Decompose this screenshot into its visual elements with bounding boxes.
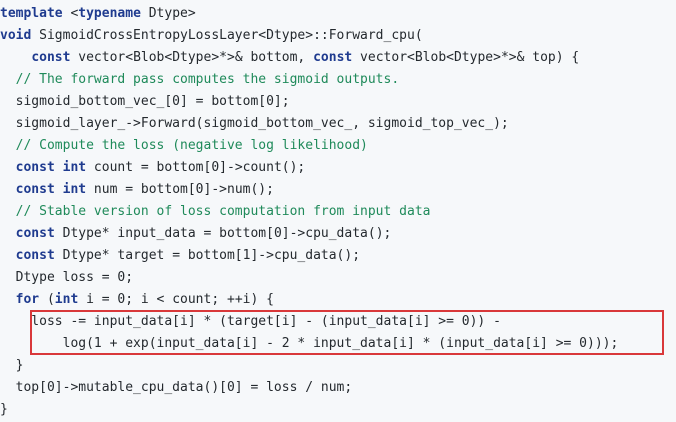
code-keyword: void: [0, 28, 32, 43]
code-line: sigmoid_bottom_vec_[0] = bottom[0];: [0, 91, 676, 113]
code-text: vector<Blob<Dtype>*>& bottom,: [70, 50, 314, 65]
code-text: loss -= input_data[i] * (target[i] - (in…: [0, 314, 501, 329]
code-keyword: typename: [78, 6, 141, 21]
code-keyword: template: [0, 6, 63, 21]
code-line: // The forward pass computes the sigmoid…: [0, 69, 676, 91]
code-line: // Stable version of loss computation fr…: [0, 201, 676, 223]
code-comment: // The forward pass computes the sigmoid…: [15, 72, 400, 87]
code-text: sigmoid_layer_->Forward(sigmoid_bottom_v…: [0, 116, 509, 131]
code-text: count = bottom[0]->count();: [86, 160, 306, 175]
code-text: num = bottom[0]->num();: [86, 182, 274, 197]
code-text: <: [62, 6, 79, 21]
code-line: loss -= input_data[i] * (target[i] - (in…: [0, 311, 676, 333]
code-line: for (int i = 0; i < count; ++i) {: [0, 289, 676, 311]
code-line: const Dtype* target = bottom[1]->cpu_dat…: [0, 245, 676, 267]
code-lines: template <typename Dtype> void SigmoidCro…: [0, 3, 676, 421]
code-text: Dtype* target = bottom[1]->cpu_data();: [54, 248, 361, 263]
code-line: Dtype loss = 0;: [0, 267, 676, 289]
code-keyword: const: [15, 226, 55, 241]
code-keyword: const: [31, 50, 71, 65]
code-text: sigmoid_bottom_vec_[0] = bottom[0];: [0, 94, 290, 109]
code-text: log(1 + exp(input_data[i] - 2 * input_da…: [0, 336, 619, 351]
code-keyword: const: [15, 182, 55, 197]
code-keyword: const: [15, 160, 55, 175]
code-text: Dtype>: [140, 6, 196, 21]
code-line: }: [0, 355, 676, 377]
code-line: top[0]->mutable_cpu_data()[0] = loss / n…: [0, 377, 676, 399]
code-block: template <typename Dtype> void SigmoidCro…: [0, 0, 676, 422]
code-line: const vector<Blob<Dtype>*>& bottom, cons…: [0, 47, 676, 69]
code-text: Dtype loss = 0;: [0, 270, 134, 285]
code-text: Dtype* input_data = bottom[0]->cpu_data(…: [54, 226, 392, 241]
code-comment: // Stable version of loss computation fr…: [15, 204, 431, 219]
code-keyword: const: [15, 248, 55, 263]
code-keyword: int: [62, 182, 87, 197]
code-line: log(1 + exp(input_data[i] - 2 * input_da…: [0, 333, 676, 355]
code-keyword: int: [62, 160, 87, 175]
code-keyword: const: [313, 50, 353, 65]
code-text: }: [0, 358, 24, 373]
code-text: SigmoidCrossEntropyLossLayer<Dtype>::For…: [31, 28, 423, 43]
code-text: vector<Blob<Dtype>*>& top) {: [352, 50, 580, 65]
code-keyword: int: [54, 292, 79, 307]
code-line: const Dtype* input_data = bottom[0]->cpu…: [0, 223, 676, 245]
code-line: const int num = bottom[0]->num();: [0, 179, 676, 201]
code-text: i = 0; i < count; ++i) {: [78, 292, 274, 307]
code-line: sigmoid_layer_->Forward(sigmoid_bottom_v…: [0, 113, 676, 135]
code-line: // Compute the loss (negative log likeli…: [0, 135, 676, 157]
code-line: }: [0, 399, 676, 421]
code-text: (: [39, 292, 55, 307]
code-line: void SigmoidCrossEntropyLossLayer<Dtype>…: [0, 25, 676, 47]
code-line: template <typename Dtype>: [0, 3, 676, 25]
code-text: }: [0, 402, 8, 417]
code-keyword: for: [15, 292, 40, 307]
code-line: const int count = bottom[0]->count();: [0, 157, 676, 179]
code-comment: // Compute the loss (negative log likeli…: [15, 138, 368, 153]
code-text: top[0]->mutable_cpu_data()[0] = loss / n…: [0, 380, 353, 395]
